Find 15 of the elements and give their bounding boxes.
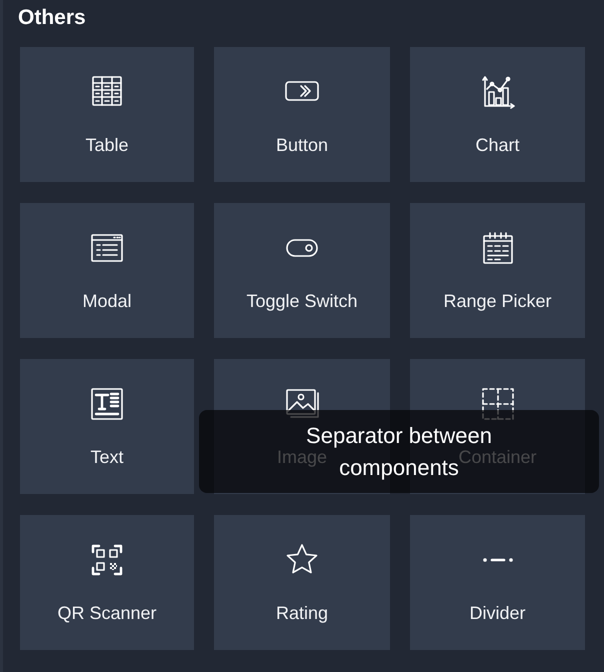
component-tile[interactable]: Modal [20,203,194,338]
divider-icon [482,558,512,562]
qr-code-icon [89,542,125,578]
component-tile[interactable]: QR Scanner [20,515,194,650]
component-tile[interactable]: Chart [410,47,585,182]
component-tile[interactable]: Button [214,47,390,182]
component-tile[interactable]: Range Picker [410,203,585,338]
component-tile[interactable]: Toggle Switch [214,203,390,338]
chart-icon [480,74,516,110]
component-tile[interactable]: Text [20,359,194,494]
component-tile[interactable]: Table [20,47,194,182]
component-tile[interactable]: Rating [214,515,390,650]
component-tile[interactable]: Divider [410,515,585,650]
section-title: Others [18,5,86,31]
text-icon [89,386,125,422]
